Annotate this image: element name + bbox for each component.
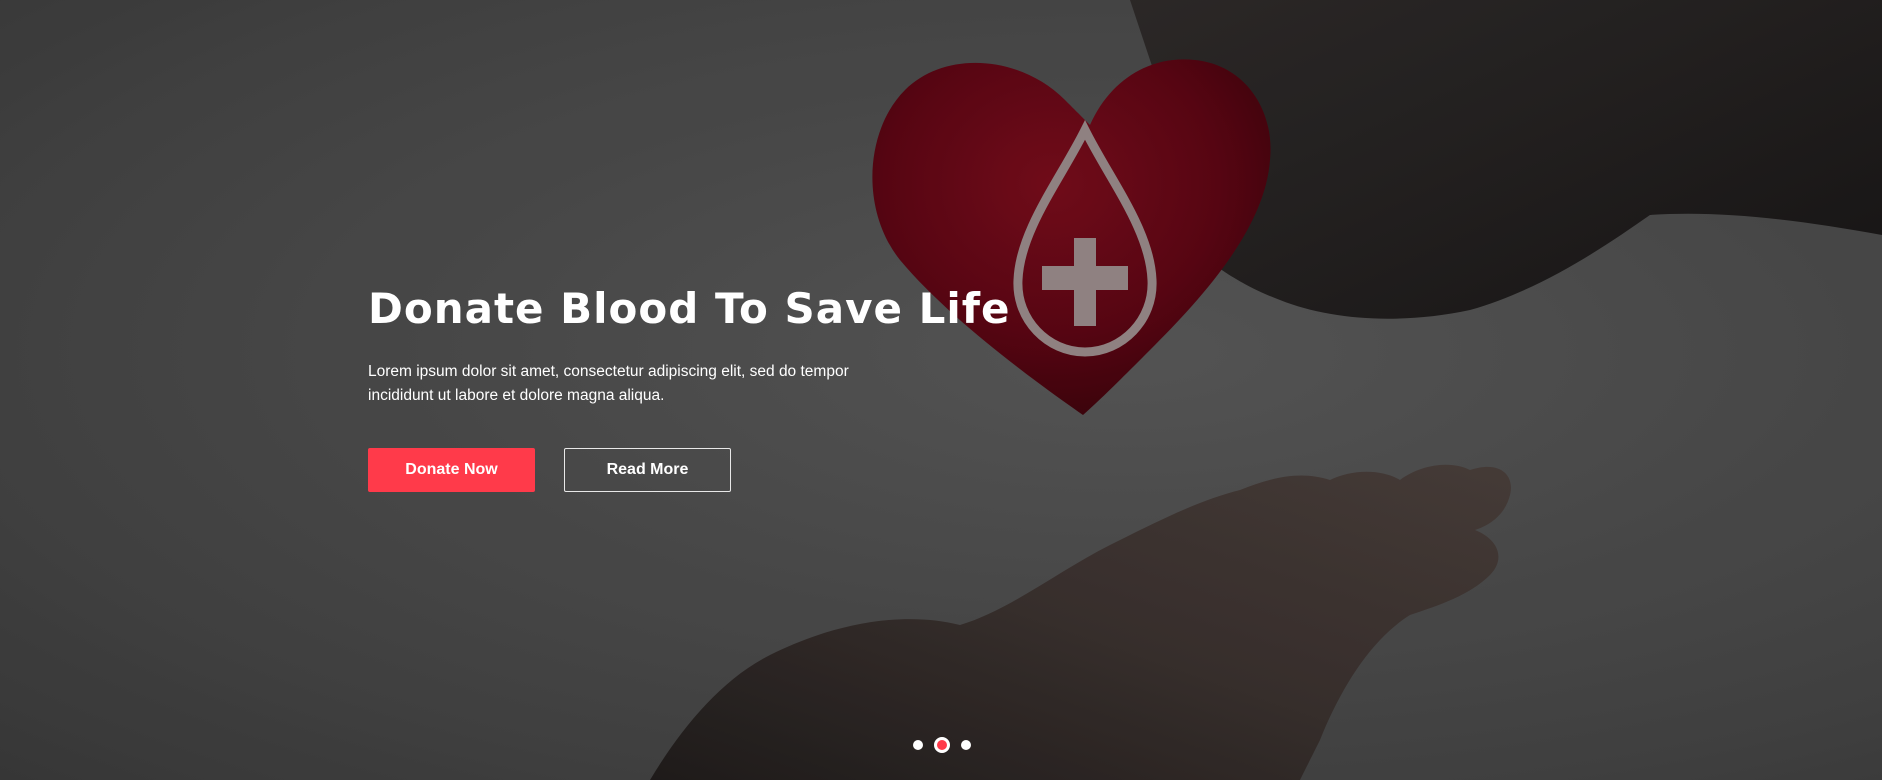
hero-title: Donate Blood To Save Life — [368, 284, 1011, 333]
donate-now-button[interactable]: Donate Now — [368, 448, 535, 492]
carousel-pagination — [913, 737, 971, 753]
hero-description: Lorem ipsum dolor sit amet, consectetur … — [368, 363, 849, 404]
carousel-dot-2-active[interactable] — [934, 737, 950, 753]
hero-button-group: Donate Now Read More — [368, 448, 1068, 492]
read-more-button[interactable]: Read More — [564, 448, 731, 492]
hero-section: Donate Blood To Save Life Lorem ipsum do… — [0, 0, 1882, 780]
hero-content: Donate Blood To Save Life Lorem ipsum do… — [368, 280, 1068, 492]
carousel-dot-3[interactable] — [961, 740, 971, 750]
carousel-dot-1[interactable] — [913, 740, 923, 750]
